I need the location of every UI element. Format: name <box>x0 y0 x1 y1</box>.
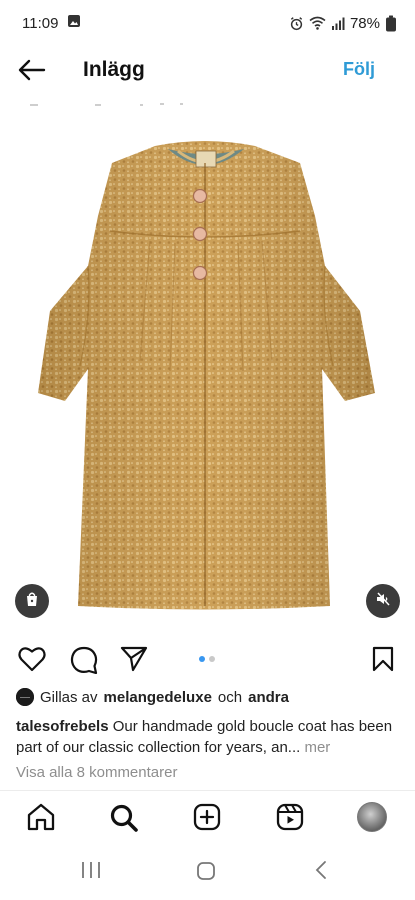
carousel-dot-active <box>199 656 205 662</box>
status-bar: 11:09 78% <box>0 0 415 46</box>
bookmark-icon <box>372 646 394 676</box>
search-icon <box>109 803 139 838</box>
nav-search[interactable] <box>109 803 139 838</box>
home-circle-icon <box>196 862 216 885</box>
recents-icon <box>80 862 102 884</box>
shopping-bag-icon <box>24 591 40 612</box>
profile-avatar <box>357 802 387 832</box>
home-system-button[interactable] <box>196 861 216 886</box>
chevron-left-icon <box>314 861 328 884</box>
signal-icon <box>331 17 345 30</box>
status-time: 11:09 <box>22 14 59 32</box>
liked-by-row[interactable]: Gillas av melangedeluxe och andra <box>16 688 289 706</box>
nav-create[interactable] <box>193 803 221 836</box>
system-navigation-bar <box>0 846 415 900</box>
send-icon <box>120 646 148 676</box>
post-image[interactable] <box>0 101 415 631</box>
like-button[interactable] <box>18 646 46 677</box>
caption-username[interactable]: talesofrebels <box>16 718 109 735</box>
carousel-indicator <box>199 656 215 662</box>
bottom-nav <box>0 790 415 846</box>
liked-connector: och <box>217 688 243 706</box>
share-button[interactable] <box>120 646 148 677</box>
mute-button[interactable] <box>366 584 400 618</box>
follow-button[interactable]: Följ <box>343 59 375 80</box>
top-bar: Inlägg Följ <box>0 50 415 94</box>
nav-home[interactable] <box>26 803 56 836</box>
arrow-left-icon <box>18 59 46 86</box>
coat-photo <box>30 103 375 610</box>
gallery-notification-icon <box>67 14 81 32</box>
shop-tag-button[interactable] <box>15 584 49 618</box>
more-link[interactable]: mer <box>304 739 330 756</box>
recents-button[interactable] <box>80 860 102 885</box>
page-title: Inlägg <box>83 58 145 81</box>
create-icon <box>193 803 221 836</box>
comment-icon <box>70 646 98 678</box>
nav-reels[interactable] <box>276 803 304 836</box>
heart-icon <box>18 647 46 676</box>
reels-icon <box>276 803 304 836</box>
save-button[interactable] <box>372 646 394 677</box>
battery-percent: 78% <box>349 14 380 32</box>
liked-prefix: Gillas av <box>40 688 98 706</box>
battery-icon <box>385 15 397 32</box>
back-system-button[interactable] <box>314 860 328 885</box>
liker-username[interactable]: melangedeluxe <box>104 689 212 706</box>
nav-profile[interactable] <box>357 802 387 832</box>
liker-avatar[interactable] <box>16 688 34 706</box>
alarm-icon <box>289 16 304 31</box>
post-actions <box>0 642 415 678</box>
comment-button[interactable] <box>70 646 98 679</box>
wifi-icon <box>309 16 326 30</box>
speaker-muted-icon <box>375 591 391 612</box>
back-button[interactable] <box>16 58 48 86</box>
view-all-comments-link[interactable]: Visa alla 8 kommentarer <box>16 764 177 781</box>
liked-others[interactable]: andra <box>248 689 289 706</box>
home-icon <box>26 803 56 836</box>
carousel-dot <box>209 656 215 662</box>
post-caption: talesofrebels Our handmade gold boucle c… <box>16 716 401 758</box>
